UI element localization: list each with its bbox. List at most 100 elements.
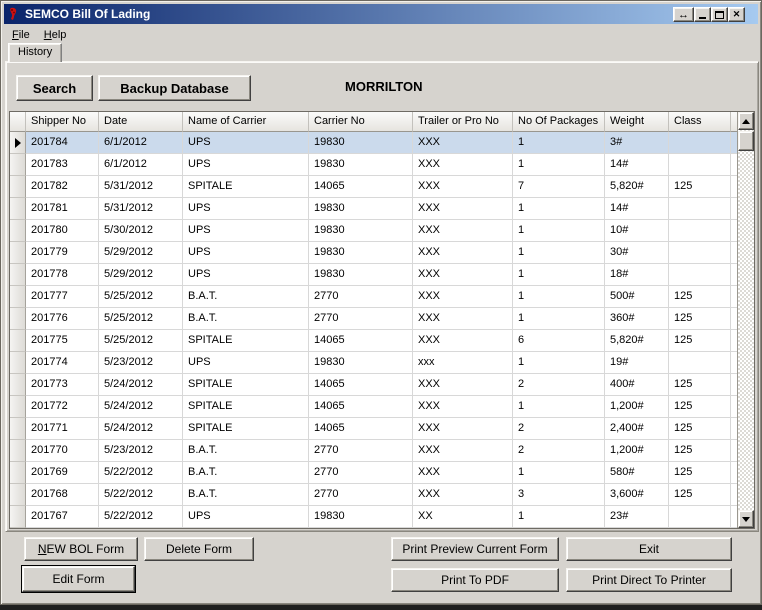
row-selector-header [10, 112, 26, 132]
delete-form-button[interactable]: Delete Form [144, 537, 254, 561]
table-row[interactable]: 2017715/24/2012SPITALE14065XXX22,400#125 [10, 418, 737, 440]
print-preview-button[interactable]: Print Preview Current Form [391, 537, 559, 561]
row-selector[interactable] [10, 352, 26, 374]
row-selector[interactable] [10, 330, 26, 352]
table-row[interactable]: 2017825/31/2012SPITALE14065XXX75,820#125 [10, 176, 737, 198]
search-button[interactable]: Search [16, 75, 93, 101]
row-selector[interactable] [10, 286, 26, 308]
table-row[interactable]: 2017836/1/2012UPS19830XXX114# [10, 154, 737, 176]
column-header[interactable]: Date [99, 112, 183, 132]
cell: XXX [413, 264, 513, 286]
row-selector[interactable] [10, 308, 26, 330]
row-selector[interactable] [10, 176, 26, 198]
resize-icon: ↔ [678, 9, 689, 21]
row-selector[interactable] [10, 440, 26, 462]
cell: SPITALE [183, 374, 309, 396]
cell: 6/1/2012 [99, 132, 183, 154]
cell: XXX [413, 308, 513, 330]
cell: XXX [413, 286, 513, 308]
table-row[interactable]: 2017685/22/2012B.A.T.2770XXX33,600#125 [10, 484, 737, 506]
cell: 2770 [309, 308, 413, 330]
table-row[interactable]: 2017775/25/2012B.A.T.2770XXX1500#125 [10, 286, 737, 308]
row-selector[interactable] [10, 462, 26, 484]
row-selector[interactable] [10, 242, 26, 264]
column-header[interactable]: Name of Carrier [183, 112, 309, 132]
table-row[interactable]: 2017705/23/2012B.A.T.2770XXX21,200#125 [10, 440, 737, 462]
table-row[interactable]: 2017785/29/2012UPS19830XXX118# [10, 264, 737, 286]
edit-form-button[interactable]: Edit Form [22, 566, 135, 592]
cell: UPS [183, 264, 309, 286]
cell: 201783 [26, 154, 99, 176]
table-row[interactable]: 2017675/22/2012UPS19830XX123# [10, 506, 737, 528]
cell: 125 [669, 176, 731, 198]
cell: 201767 [26, 506, 99, 528]
column-header[interactable]: Class [669, 112, 731, 132]
menu-item-file[interactable]: File [5, 28, 37, 42]
cell: 125 [669, 286, 731, 308]
resize-button[interactable]: ↔ [673, 7, 694, 22]
tab-history[interactable]: History [8, 43, 62, 62]
table-row[interactable]: 2017815/31/2012UPS19830XXX114# [10, 198, 737, 220]
maximize-button[interactable] [711, 7, 728, 22]
close-button[interactable]: ✕ [728, 7, 745, 22]
cell: 5/30/2012 [99, 220, 183, 242]
up-arrow-icon [742, 119, 750, 124]
cell: 19830 [309, 352, 413, 374]
row-selector[interactable] [10, 418, 26, 440]
row-selector[interactable] [10, 220, 26, 242]
table-row[interactable]: 2017735/24/2012SPITALE14065XXX2400#125 [10, 374, 737, 396]
titlebar[interactable]: SEMCO Bill Of Lading ↔ ✕ [4, 4, 758, 24]
row-selector[interactable] [10, 506, 26, 528]
app-window: SEMCO Bill Of Lading ↔ ✕ File Help Histo… [0, 0, 762, 605]
cell: 201780 [26, 220, 99, 242]
row-selector[interactable] [10, 374, 26, 396]
table-row[interactable]: 2017805/30/2012UPS19830XXX110# [10, 220, 737, 242]
row-selector[interactable] [10, 484, 26, 506]
cell: 3 [513, 484, 605, 506]
print-direct-button[interactable]: Print Direct To Printer [566, 568, 732, 592]
column-header[interactable]: Trailer or Pro No [413, 112, 513, 132]
table-row[interactable]: 2017795/29/2012UPS19830XXX130# [10, 242, 737, 264]
scroll-up-button[interactable] [738, 112, 754, 130]
row-selector[interactable] [10, 198, 26, 220]
backup-database-button[interactable]: Backup Database [98, 75, 251, 101]
table-row[interactable]: 2017846/1/2012UPS19830XXX13# [10, 132, 737, 154]
scroll-down-button[interactable] [738, 510, 754, 528]
cell [669, 132, 731, 154]
menubar: File Help [5, 26, 757, 43]
table-row[interactable]: 2017725/24/2012SPITALE14065XXX11,200#125 [10, 396, 737, 418]
table-row[interactable]: 2017745/23/2012UPS19830xxx119# [10, 352, 737, 374]
row-selector[interactable] [10, 132, 26, 154]
new-bol-form-button[interactable]: NEW BOL Form [24, 537, 138, 561]
cell: 125 [669, 462, 731, 484]
cell: 201776 [26, 308, 99, 330]
cell: XXX [413, 154, 513, 176]
column-header[interactable]: Shipper No [26, 112, 99, 132]
row-selector[interactable] [10, 154, 26, 176]
cell: XX [413, 506, 513, 528]
cell: 1 [513, 462, 605, 484]
table-row[interactable]: 2017765/25/2012B.A.T.2770XXX1360#125 [10, 308, 737, 330]
minimize-button[interactable] [694, 7, 711, 22]
row-selector[interactable] [10, 264, 26, 286]
print-to-pdf-button[interactable]: Print To PDF [391, 568, 559, 592]
cell: 5/25/2012 [99, 286, 183, 308]
cell: 1,200# [605, 396, 669, 418]
menu-item-help[interactable]: Help [37, 28, 74, 42]
cell: XXX [413, 132, 513, 154]
vertical-scrollbar[interactable] [737, 112, 754, 528]
column-header[interactable]: No Of Packages [513, 112, 605, 132]
table-row[interactable]: 2017755/25/2012SPITALE14065XXX65,820#125 [10, 330, 737, 352]
cell [669, 154, 731, 176]
column-header[interactable]: Weight [605, 112, 669, 132]
table-row[interactable]: 2017695/22/2012B.A.T.2770XXX1580#125 [10, 462, 737, 484]
row-selector[interactable] [10, 396, 26, 418]
column-header[interactable]: Carrier No [309, 112, 413, 132]
scrollbar-thumb[interactable] [738, 131, 754, 151]
exit-button[interactable]: Exit [566, 537, 732, 561]
grid-body: 2017846/1/2012UPS19830XXX13#2017836/1/20… [10, 132, 737, 528]
cell: 19830 [309, 220, 413, 242]
cell: 125 [669, 418, 731, 440]
cell: B.A.T. [183, 308, 309, 330]
cell: 125 [669, 396, 731, 418]
